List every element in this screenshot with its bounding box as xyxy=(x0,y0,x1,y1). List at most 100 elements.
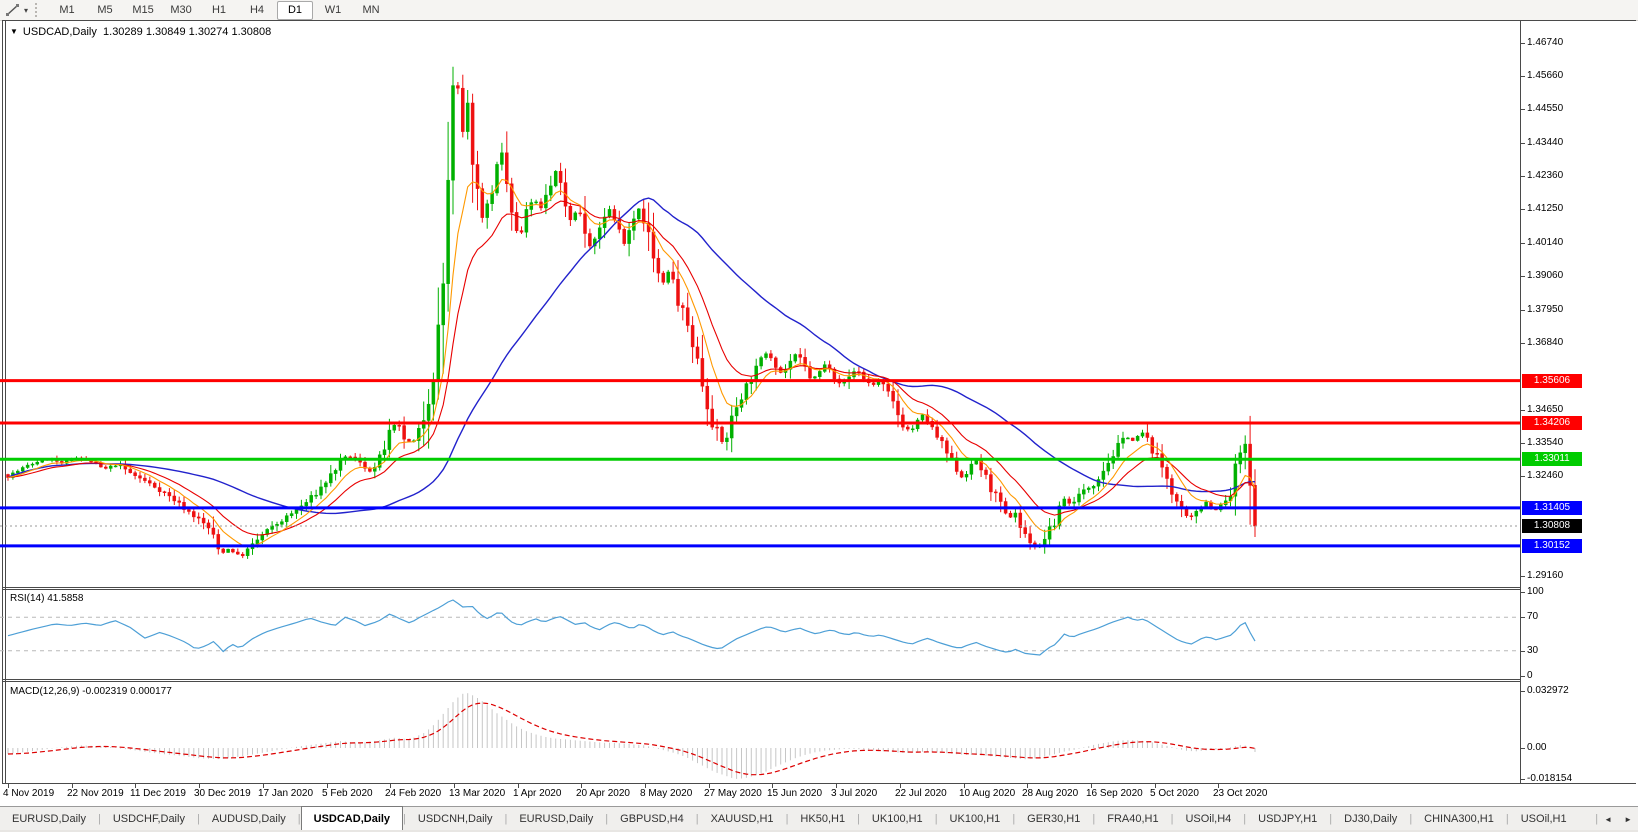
tab-scroll-right-button[interactable]: ► xyxy=(1618,807,1638,831)
price-tick xyxy=(1520,209,1525,210)
timeframe-button-D1[interactable]: D1 xyxy=(277,1,314,20)
line-study-cursor-icon xyxy=(6,4,19,16)
rsi-label: RSI(14) 41.5858 xyxy=(10,593,84,604)
date-label: 22 Jul 2020 xyxy=(895,788,947,799)
timeframe-button-H1[interactable]: H1 xyxy=(201,1,237,20)
hline-price-label: 1.35606 xyxy=(1522,374,1582,388)
chart-symbol-label: USDCAD,Daily xyxy=(22,26,97,38)
price-tick-label: 1.34650 xyxy=(1527,404,1564,415)
main-chart-canvas[interactable] xyxy=(0,21,1520,587)
date-label: 11 Dec 2019 xyxy=(130,788,186,799)
timeframe-button-M15[interactable]: M15 xyxy=(125,1,161,20)
date-label: 5 Feb 2020 xyxy=(322,788,373,799)
tab-EURUSD-Daily[interactable]: EURUSD,Daily xyxy=(507,807,605,831)
tab-FRA40-H1[interactable]: FRA40,H1 xyxy=(1095,807,1170,831)
price-axis-border xyxy=(1520,20,1521,784)
macd-label: MACD(12,26,9) -0.002319 0.000177 xyxy=(10,686,172,697)
rsi-tick xyxy=(1520,592,1525,593)
price-tick xyxy=(1520,276,1525,277)
date-label: 1 Apr 2020 xyxy=(513,788,562,799)
price-tick xyxy=(1520,476,1525,477)
timeframe-button-W1[interactable]: W1 xyxy=(315,1,351,20)
date-label: 10 Aug 2020 xyxy=(959,788,1016,799)
tab-UK100-H1[interactable]: UK100,H1 xyxy=(938,807,1013,831)
price-tick-label: 1.44550 xyxy=(1527,103,1564,114)
price-tick-label: 1.39060 xyxy=(1527,270,1564,281)
date-label: 17 Jan 2020 xyxy=(258,788,314,799)
tab-GBPUSD-H4[interactable]: GBPUSD,H4 xyxy=(608,807,696,831)
tab-USOil-H1[interactable]: USOil,H1 xyxy=(1509,807,1579,831)
price-tick xyxy=(1520,143,1525,144)
main-rsi-splitter[interactable] xyxy=(2,587,1520,588)
date-label: 20 Apr 2020 xyxy=(576,788,630,799)
chart-title: ▼ USDCAD,Daily 1.30289 1.30849 1.30274 1.… xyxy=(10,26,271,38)
price-tick xyxy=(1520,310,1525,311)
rsi-tick-label: 100 xyxy=(1527,586,1544,597)
timeframe-button-H4[interactable]: H4 xyxy=(239,1,275,20)
date-label: 22 Nov 2019 xyxy=(67,788,124,799)
macd-indicator-canvas[interactable] xyxy=(0,682,1520,783)
tab-GER30-H1[interactable]: GER30,H1 xyxy=(1015,807,1092,831)
price-tick xyxy=(1520,443,1525,444)
tab-CHINA300-H1[interactable]: CHINA300,H1 xyxy=(1412,807,1506,831)
macd-tick-label: -0.018154 xyxy=(1527,773,1573,784)
tab-USDCHF-Daily[interactable]: USDCHF,Daily xyxy=(101,807,197,831)
rsi-macd-splitter[interactable] xyxy=(2,679,1520,680)
timeframe-button-MN[interactable]: MN xyxy=(353,1,389,20)
timeframe-button-M30[interactable]: M30 xyxy=(163,1,199,20)
price-tick-label: 1.36840 xyxy=(1527,337,1564,348)
price-tick xyxy=(1520,43,1525,44)
date-label: 30 Dec 2019 xyxy=(194,788,251,799)
rsi-indicator-canvas[interactable] xyxy=(0,590,1520,679)
rsi-tick-label: 70 xyxy=(1527,611,1539,622)
price-tick xyxy=(1520,576,1525,577)
timeframe-button-M1[interactable]: M1 xyxy=(49,1,85,20)
price-tick-label: 1.29160 xyxy=(1527,570,1564,581)
rsi-tick xyxy=(1520,676,1525,677)
date-label: 15 Jun 2020 xyxy=(767,788,823,799)
tab-EURUSD-Daily[interactable]: EURUSD,Daily xyxy=(0,807,98,831)
date-label: 24 Feb 2020 xyxy=(385,788,442,799)
macd-tick xyxy=(1520,691,1525,692)
rsi-tick-label: 0 xyxy=(1527,670,1533,681)
price-tick-label: 1.43440 xyxy=(1527,137,1564,148)
rsi-tick xyxy=(1520,617,1525,618)
price-tick xyxy=(1520,109,1525,110)
macd-tick-label: 0.00 xyxy=(1527,742,1547,753)
rsi-tick xyxy=(1520,651,1525,652)
collapse-triangle-icon[interactable]: ▼ xyxy=(10,27,18,36)
toolbar: ▾ M1 M5 M15 M30 H1 H4 D1 W1 MN xyxy=(0,0,1638,21)
current-price-label: 1.30808 xyxy=(1522,519,1582,533)
macd-tick xyxy=(1520,779,1525,780)
tab-USDJPY-H1[interactable]: USDJPY,H1 xyxy=(1246,807,1329,831)
price-tick xyxy=(1520,343,1525,344)
date-label: 3 Jul 2020 xyxy=(831,788,878,799)
tab-DJ30-Daily[interactable]: DJ30,Daily xyxy=(1332,807,1409,831)
chart-tab-bar: EURUSD,Daily | USDCHF,Daily | AUDUSD,Daily | U… xyxy=(0,806,1638,831)
timeframe-button-M5[interactable]: M5 xyxy=(87,1,123,20)
date-label: 5 Oct 2020 xyxy=(1150,788,1199,799)
rsi-tick-label: 30 xyxy=(1527,645,1539,656)
hline-price-label: 1.33011 xyxy=(1522,452,1582,466)
hline-price-label: 1.30152 xyxy=(1522,539,1582,553)
price-tick-label: 1.42360 xyxy=(1527,170,1564,181)
tab-USDCNH-Daily[interactable]: USDCNH,Daily xyxy=(406,807,505,831)
price-tick xyxy=(1520,176,1525,177)
tab-XAUUSD-H1[interactable]: XAUUSD,H1 xyxy=(699,807,786,831)
line-study-tool-button[interactable]: ▾ xyxy=(2,1,31,19)
date-label: 13 Mar 2020 xyxy=(449,788,506,799)
chart-ohlc-values: 1.30289 1.30849 1.30274 1.30808 xyxy=(103,26,272,38)
toolbar-drag-handle[interactable] xyxy=(35,3,42,17)
date-label: 27 May 2020 xyxy=(704,788,762,799)
price-tick xyxy=(1520,410,1525,411)
time-axis-border xyxy=(2,783,1636,784)
tab-UK100-H1[interactable]: UK100,H1 xyxy=(860,807,935,831)
tab-USDCAD-Daily[interactable]: USDCAD,Daily xyxy=(300,806,404,831)
date-label: 28 Aug 2020 xyxy=(1022,788,1079,799)
tab-USOil-H4[interactable]: USOil,H4 xyxy=(1173,807,1243,831)
tab-HK50-H1[interactable]: HK50,H1 xyxy=(788,807,857,831)
tab-AUDUSD-Daily[interactable]: AUDUSD,Daily xyxy=(200,807,298,831)
dropdown-caret-icon[interactable]: ▾ xyxy=(24,6,28,15)
tab-scroll-left-button[interactable]: ◄ xyxy=(1598,807,1618,831)
date-label: 16 Sep 2020 xyxy=(1086,788,1143,799)
